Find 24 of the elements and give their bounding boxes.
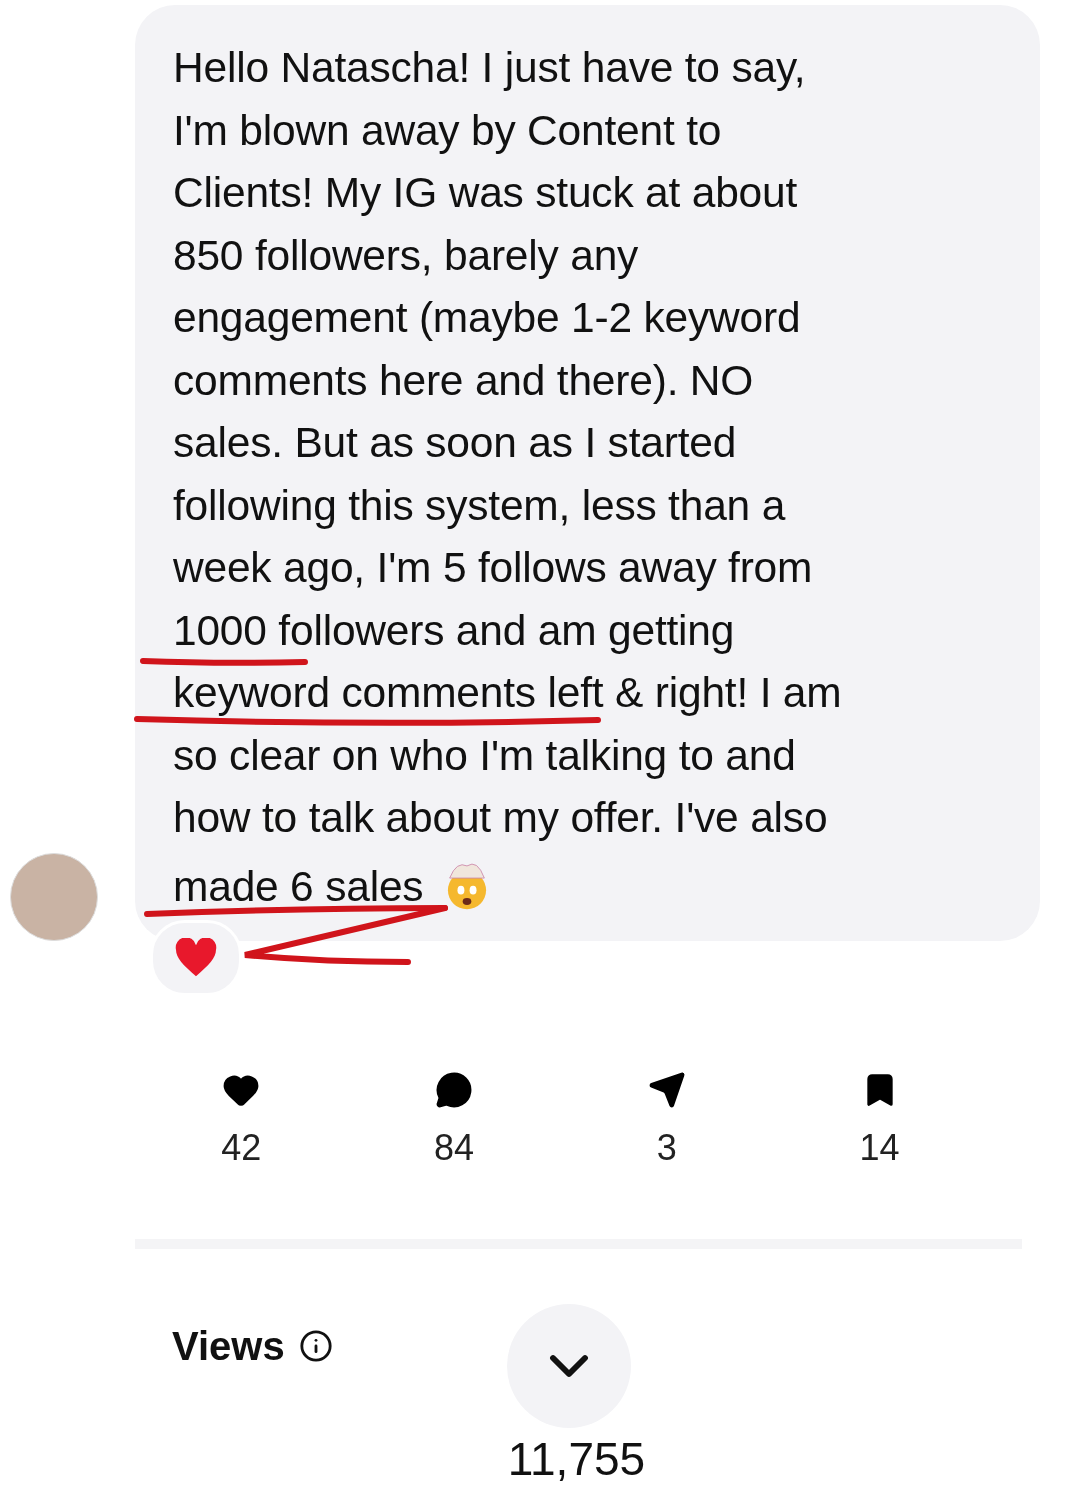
views-count: 11,755 xyxy=(507,1435,646,1482)
message-line: keyword comments left & right! I am xyxy=(173,671,842,715)
send-icon[interactable] xyxy=(647,1070,686,1109)
comment-icon[interactable] xyxy=(435,1070,474,1109)
message-line: I'm blown away by Content to xyxy=(173,108,722,153)
info-icon[interactable] xyxy=(298,1329,333,1363)
message-line: how to talk about my offer. I've also xyxy=(173,796,828,840)
message-line: 850 followers, barely any xyxy=(173,233,639,278)
message-line: Clients! My IG was stuck at about xyxy=(173,171,798,215)
stat-count: 84 xyxy=(434,1126,475,1169)
message-line: week ago, I'm 5 follows away from xyxy=(173,546,813,590)
message-line: so clear on who I'm talking to and xyxy=(173,733,796,778)
message-line: 1000 followers and am getting xyxy=(173,608,735,653)
stat-count: 42 xyxy=(221,1126,262,1169)
message-line: made 6 sales xyxy=(173,858,496,903)
message-line: comments here and there). NO xyxy=(173,358,754,403)
heart-icon xyxy=(174,937,218,978)
views-label: Views xyxy=(172,1323,285,1369)
message-line: Hello Natascha! I just have to say, xyxy=(173,46,806,90)
message-line: sales. But as soon as I started xyxy=(173,421,737,465)
message-line: engagement (maybe 1-2 keyword xyxy=(173,296,801,340)
stat-count: 3 xyxy=(656,1126,677,1169)
message-line: following this system, less than a xyxy=(173,483,786,528)
stat-count: 14 xyxy=(859,1126,900,1169)
